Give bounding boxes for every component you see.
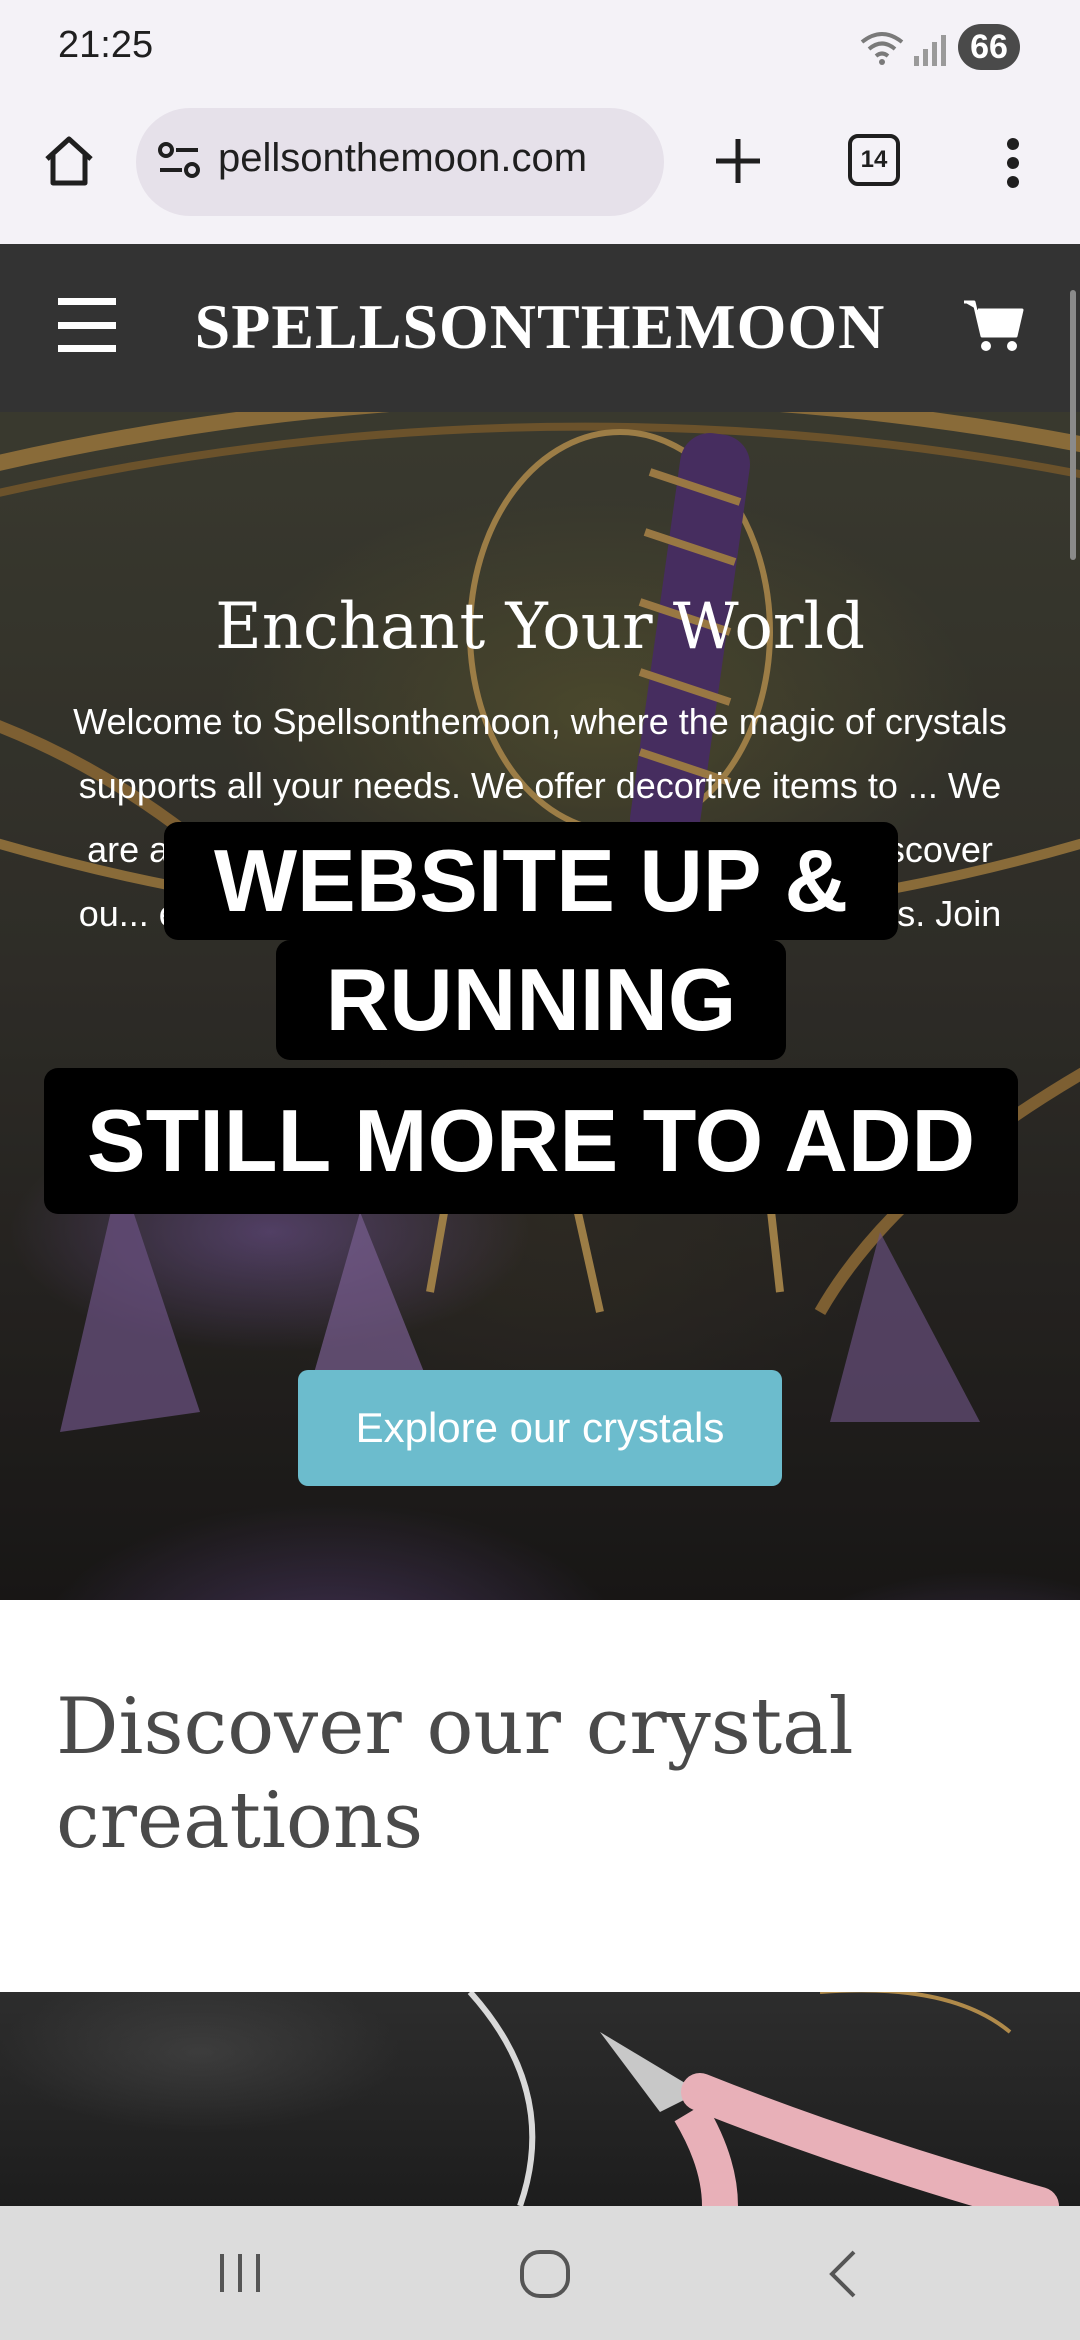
site-settings-icon[interactable] <box>156 138 202 184</box>
home-button[interactable] <box>30 122 108 200</box>
tab-switcher-button[interactable]: 14 <box>848 134 900 186</box>
hamburger-icon <box>58 298 116 305</box>
product-image[interactable] <box>0 1992 1080 2206</box>
signal-icon <box>914 35 946 66</box>
more-vert-icon <box>1007 138 1019 188</box>
wifi-icon <box>860 32 904 65</box>
caption-line-1: WEBSITE UP & <box>164 822 898 940</box>
home-icon <box>45 136 93 186</box>
battery-badge: 66 <box>958 24 1020 70</box>
url-text[interactable]: pellsonthemoon.com <box>218 136 648 181</box>
hero-heading: Enchant Your World <box>215 590 865 664</box>
plus-icon <box>716 139 760 183</box>
cart-icon[interactable] <box>962 296 1026 356</box>
new-tab-button[interactable] <box>700 122 776 200</box>
caption-line-3: STILL MORE TO ADD <box>44 1068 1018 1214</box>
explore-crystals-button[interactable]: Explore our crystals <box>298 1370 782 1486</box>
browser-menu-button[interactable] <box>988 124 1038 202</box>
section-heading: Discover our crystal creations <box>56 1682 854 1866</box>
recent-apps-icon[interactable] <box>200 2248 280 2298</box>
status-time: 21:25 <box>58 24 154 66</box>
scrollbar-thumb[interactable] <box>1070 290 1076 560</box>
site-title[interactable]: SPELLSONTHEMOON <box>150 290 930 364</box>
pliers-image <box>467 1992 1059 2206</box>
home-circle-icon[interactable] <box>512 2244 578 2304</box>
caption-line-2: RUNNING <box>276 940 786 1060</box>
back-icon[interactable] <box>814 2244 874 2304</box>
hamburger-menu-button[interactable] <box>58 298 116 352</box>
